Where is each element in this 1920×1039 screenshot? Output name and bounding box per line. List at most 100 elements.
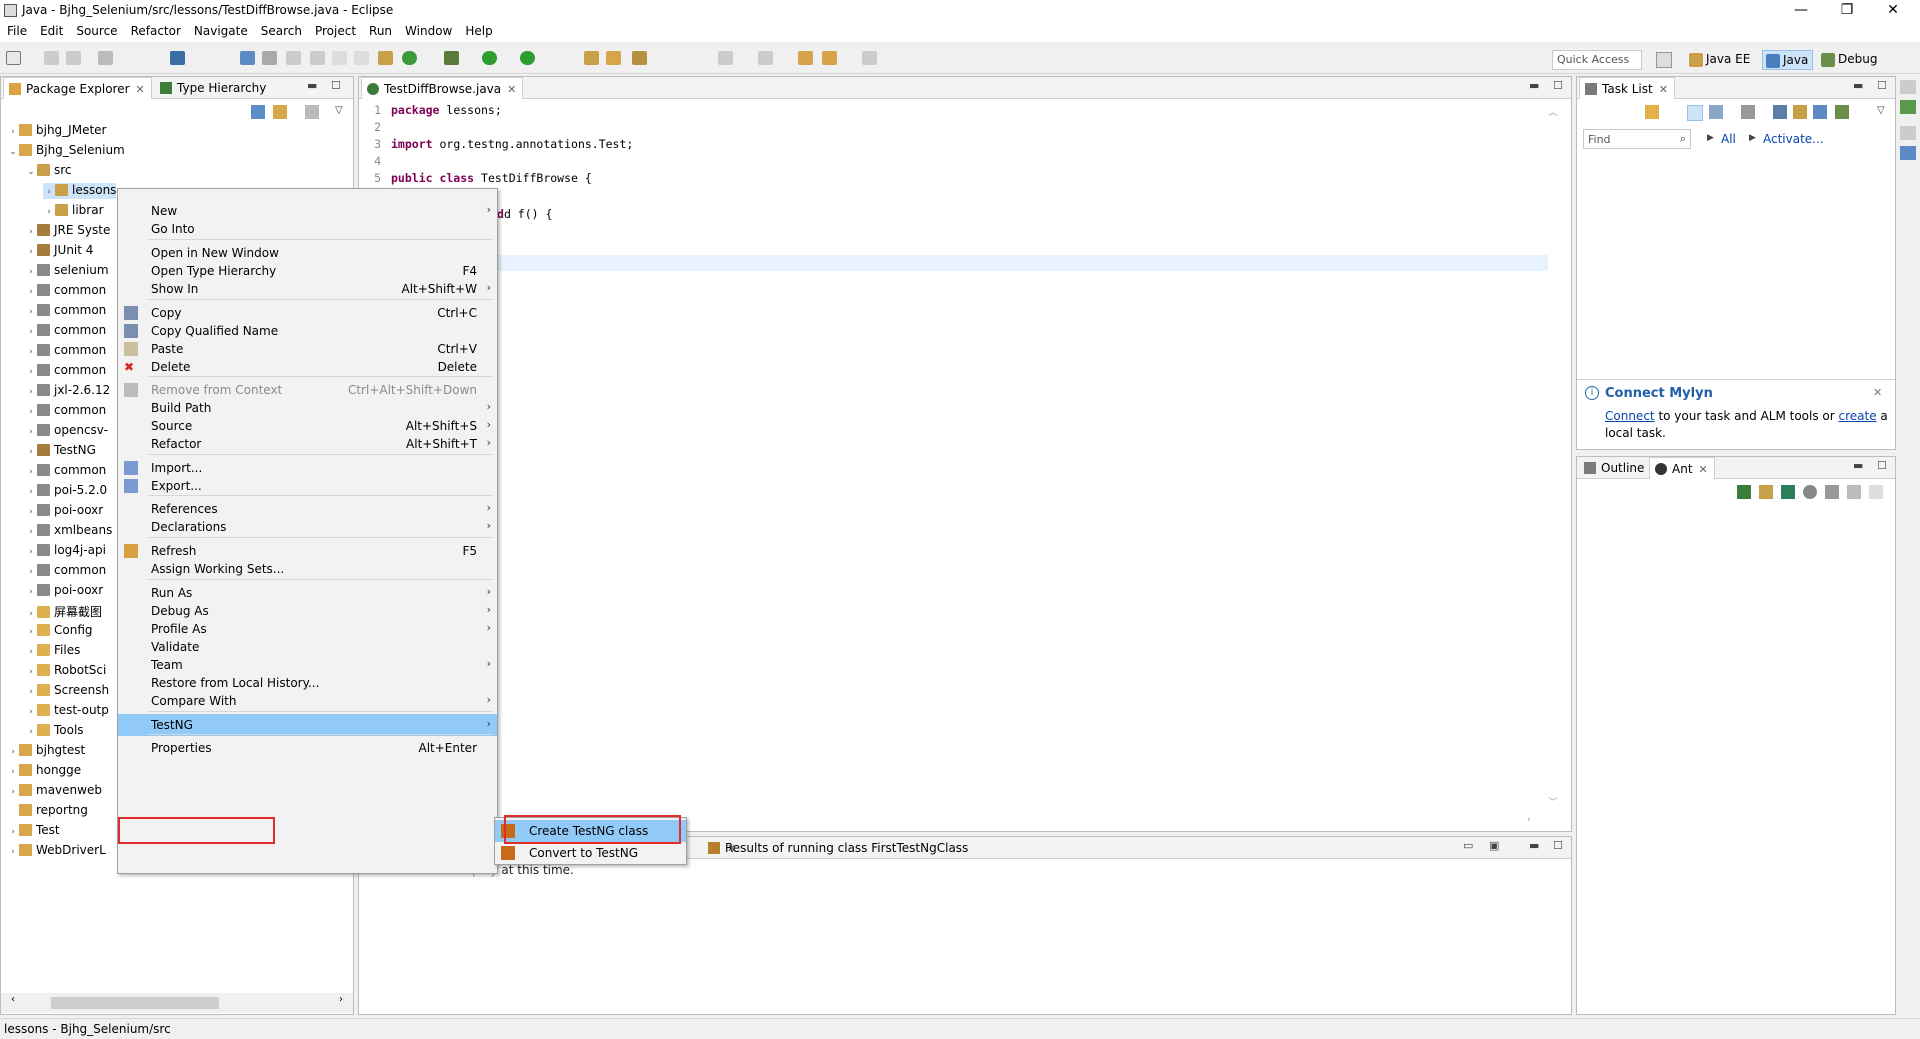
minimize-view-icon[interactable]: ▬ — [1529, 839, 1539, 852]
save-icon[interactable] — [44, 51, 59, 65]
tree-item[interactable]: › Config — [25, 623, 92, 639]
scroll-up-icon[interactable]: ︿ — [1543, 105, 1563, 118]
expand-arrow-icon[interactable]: › — [25, 527, 37, 537]
tab-package-explorer[interactable]: Package Explorer ✕ — [3, 77, 152, 99]
tool-icon-2[interactable] — [286, 51, 301, 65]
run-target-icon[interactable] — [1803, 485, 1817, 499]
hide-internal-targets-icon[interactable] — [1781, 485, 1795, 499]
categorized-icon[interactable] — [1687, 105, 1703, 121]
display-console-icon[interactable]: ▣ — [1489, 839, 1499, 852]
close-icon[interactable]: ✕ — [1873, 386, 1882, 399]
view-menu-icon[interactable]: ▽ — [1877, 105, 1885, 116]
expand-arrow-icon[interactable]: › — [25, 287, 37, 297]
collapse-all-icon[interactable] — [251, 105, 265, 119]
tree-item[interactable]: › test-outp — [25, 703, 109, 719]
minimize-view-icon[interactable]: ▬ — [307, 79, 317, 92]
tree-item[interactable]: › TestNG — [25, 443, 96, 459]
tree-item[interactable]: › 屏幕截图 — [25, 603, 102, 619]
menu-item-show-in[interactable]: Show In Alt+Shift+W › — [118, 278, 497, 300]
connect-link[interactable]: Connect — [1605, 409, 1655, 423]
expand-arrow-icon[interactable]: › — [25, 707, 37, 717]
expand-arrow-icon[interactable]: › — [25, 407, 37, 417]
expand-arrow-icon[interactable]: › — [25, 267, 37, 277]
task-repositories-icon[interactable] — [1835, 105, 1849, 119]
tree-item[interactable]: › common — [25, 323, 106, 339]
expand-arrow-icon[interactable]: › — [25, 547, 37, 557]
menu-edit[interactable]: Edit — [33, 22, 69, 38]
new-icon[interactable] — [6, 51, 21, 65]
maximize-view-icon[interactable]: ☐ — [1553, 839, 1563, 852]
expand-arrow-icon[interactable]: › — [25, 347, 37, 357]
expand-arrow-icon[interactable]: › — [7, 747, 19, 757]
minimize-view-icon[interactable]: ▬ — [1529, 79, 1539, 92]
expand-arrow-icon[interactable]: › — [43, 187, 55, 197]
close-icon[interactable]: ✕ — [1699, 463, 1708, 476]
menu-item-export[interactable]: Export... — [118, 475, 497, 497]
minimize-view-icon[interactable]: ▬ — [1853, 79, 1863, 92]
create-link[interactable]: create — [1839, 409, 1877, 423]
menu-project[interactable]: Project — [308, 22, 362, 38]
expand-arrow-icon[interactable]: › — [25, 447, 37, 457]
tree-item[interactable]: › common — [25, 343, 106, 359]
restore-icon-2[interactable] — [1900, 126, 1916, 140]
scroll-right-icon[interactable]: › — [1527, 815, 1531, 825]
tree-item[interactable]: › Tools — [25, 723, 83, 739]
back-icon[interactable] — [822, 51, 837, 65]
menu-file[interactable]: File — [0, 22, 33, 38]
tree-item[interactable]: › common — [25, 403, 106, 419]
menu-item-testng[interactable]: TestNG › — [118, 714, 497, 736]
collapse-icon[interactable] — [1869, 485, 1883, 499]
close-icon[interactable]: ✕ — [507, 83, 516, 96]
menu-window[interactable]: Window — [398, 22, 458, 38]
link-with-editor-icon[interactable] — [273, 105, 287, 119]
tree-item[interactable]: › RobotSci — [25, 663, 106, 679]
code-area[interactable]: 1 package lessons; 2 3 import org.testng.ann… — [359, 103, 1539, 403]
tree-item[interactable]: › common — [25, 303, 106, 319]
expand-arrow-icon[interactable]: › — [25, 507, 37, 517]
expand-arrow-icon[interactable]: › — [25, 647, 37, 657]
maximize-view-icon[interactable]: ☐ — [1553, 79, 1563, 92]
menu-item-compare-with[interactable]: Compare With › — [118, 690, 497, 712]
tree-item[interactable]: › JUnit 4 — [25, 243, 93, 259]
perspective-debug[interactable]: Debug — [1818, 50, 1881, 70]
scroll-down-icon[interactable]: ﹀ — [1543, 795, 1563, 808]
expand-arrow-icon[interactable]: › — [25, 367, 37, 377]
view-menu-icon[interactable]: ▽ — [335, 105, 343, 116]
remove-icon[interactable] — [1825, 485, 1839, 499]
focus-icon[interactable] — [305, 105, 319, 119]
tree-item[interactable]: › Files — [25, 643, 80, 659]
tree-item[interactable]: › poi-ooxr — [25, 583, 103, 599]
new-class-icon[interactable] — [402, 51, 417, 65]
forward-icon[interactable] — [862, 51, 877, 65]
menu-item-declarations[interactable]: Declarations › — [118, 516, 497, 538]
debug-skip-icon[interactable] — [240, 51, 255, 65]
tree-item[interactable]: › opencsv- — [25, 423, 108, 439]
vertical-scrollbar[interactable]: ︿ ﹀ — [1543, 105, 1563, 808]
find-field[interactable]: Find ⌕ — [1583, 129, 1691, 149]
tab-testng-results[interactable]: Results of running class FirstTestNgClas… — [703, 837, 974, 859]
scroll-right-icon[interactable]: › — [339, 994, 343, 1005]
new-package-icon[interactable] — [378, 51, 393, 65]
close-icon[interactable]: ✕ — [1659, 83, 1668, 96]
restore-icon[interactable] — [1900, 80, 1916, 94]
expand-arrow-icon[interactable]: › — [25, 467, 37, 477]
expand-arrow-icon[interactable]: › — [7, 847, 19, 857]
menu-item-properties[interactable]: Properties Alt+Enter — [118, 737, 497, 759]
menu-refactor[interactable]: Refactor — [124, 22, 187, 38]
tree-item[interactable]: › jxl-2.6.12 — [25, 383, 110, 399]
menu-item-convert-to-testng[interactable]: Convert to TestNG — [495, 842, 686, 864]
tree-item[interactable]: › JRE Syste — [25, 223, 110, 239]
expand-arrow-icon[interactable]: › — [25, 247, 37, 257]
tab-ant[interactable]: Ant ✕ — [1649, 457, 1715, 479]
tree-item[interactable]: reportng — [7, 803, 88, 819]
tree-item[interactable]: › lessons — [43, 183, 117, 199]
debug-icon[interactable] — [444, 51, 459, 65]
tool-icon-4[interactable] — [332, 51, 347, 65]
ant-view-icon[interactable] — [1900, 100, 1916, 114]
tree-item[interactable]: › librar — [43, 203, 103, 219]
scheduled-icon[interactable] — [1709, 105, 1723, 119]
tree-item[interactable]: › poi-ooxr — [25, 503, 103, 519]
expand-arrow-icon[interactable]: › — [25, 567, 37, 577]
maximize-view-icon[interactable]: ☐ — [331, 79, 341, 92]
tree-item[interactable]: › WebDriverL — [7, 843, 106, 859]
